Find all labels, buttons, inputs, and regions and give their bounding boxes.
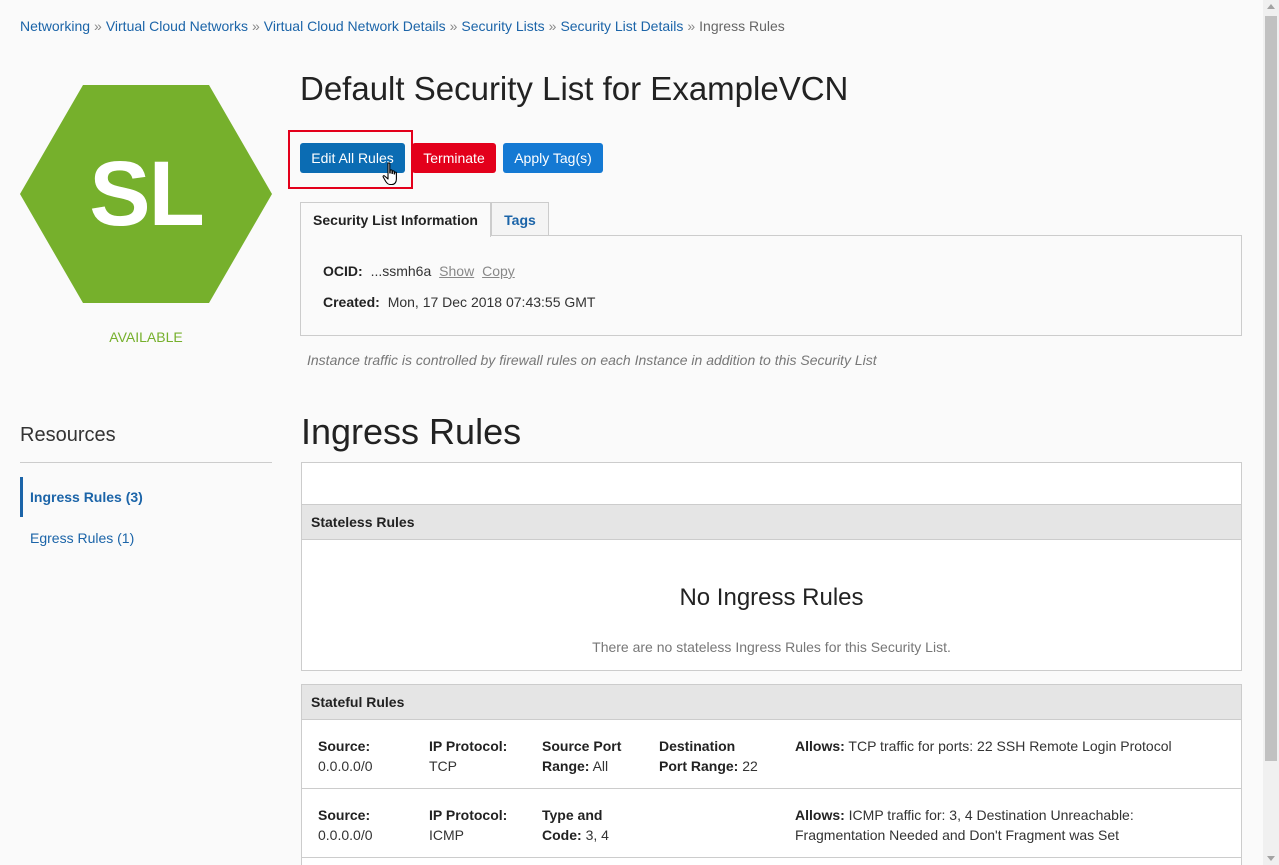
security-list-hexagon-icon: SL <box>20 85 272 303</box>
source-port-value: All <box>592 758 609 774</box>
breadcrumb-separator: » <box>687 18 696 34</box>
sidebar-item-ingress-rules[interactable]: Ingress Rules (3) <box>20 477 272 517</box>
rule-source: Source: 0.0.0.0/0 <box>318 805 373 845</box>
resources-divider <box>20 462 272 463</box>
source-label: Source: <box>318 738 371 754</box>
protocol-label: IP Protocol: <box>429 738 508 754</box>
rule-allows: Allows: ICMP traffic for: 3, 4 Destinati… <box>795 805 1225 845</box>
breadcrumb-separator: » <box>449 18 458 34</box>
lifecycle-status: AVAILABLE <box>109 329 183 345</box>
breadcrumb-virtual-cloud-networks[interactable]: Virtual Cloud Networks <box>106 18 248 34</box>
hand-cursor-icon <box>382 162 397 186</box>
hexagon-initials: SL <box>89 142 205 245</box>
protocol-value: ICMP <box>429 827 464 843</box>
terminate-button[interactable]: Terminate <box>412 143 496 173</box>
panel-toolbar <box>302 463 1241 505</box>
rule-allows: Allows: TCP traffic for ports: 22 SSH Re… <box>795 736 1225 756</box>
scrollbar-thumb[interactable] <box>1265 16 1277 761</box>
breadcrumb-security-list-details[interactable]: Security List Details <box>560 18 683 34</box>
breadcrumb-networking[interactable]: Networking <box>20 18 90 34</box>
created-value: Mon, 17 Dec 2018 07:43:55 GMT <box>387 294 596 310</box>
breadcrumb-security-lists[interactable]: Security Lists <box>461 18 544 34</box>
ocid-copy-link[interactable]: Copy <box>482 263 515 279</box>
tab-security-list-information[interactable]: Security List Information <box>300 202 491 237</box>
breadcrumb-vcn-details[interactable]: Virtual Cloud Network Details <box>264 18 446 34</box>
table-row: Source: 0.0.0.0/0 IP Protocol: TCP Sourc… <box>302 720 1241 789</box>
breadcrumb-separator: » <box>94 18 102 34</box>
destination-label: Destination <box>659 738 736 754</box>
type-code-value: 3, 4 <box>585 827 609 843</box>
rule-type-and-code: Type and Code: 3, 4 <box>542 805 609 845</box>
source-value: 0.0.0.0/0 <box>318 758 373 774</box>
stateful-rules-panel: Stateful Rules Source: 0.0.0.0/0 IP Prot… <box>301 684 1242 865</box>
breadcrumb: Networking» Virtual Cloud Networks» Virtua… <box>20 18 785 34</box>
allows-label: Allows: <box>795 807 845 823</box>
ocid-label: OCID: <box>323 263 363 279</box>
table-row: Source: 0.0.0.0/0 IP Protocol: ICMP Type… <box>302 789 1241 858</box>
rule-destination-port-range: Destination Port Range: 22 <box>659 736 758 776</box>
scroll-up-arrow-icon[interactable] <box>1267 4 1275 9</box>
page-title: Default Security List for ExampleVCN <box>300 70 849 107</box>
allows-value: TCP traffic for ports: 22 SSH Remote Log… <box>848 738 1172 754</box>
rule-protocol: IP Protocol: TCP <box>429 736 507 776</box>
empty-state-text: There are no stateless Ingress Rules for… <box>592 639 951 655</box>
sidebar-item-egress-rules[interactable]: Egress Rules (1) <box>20 518 272 558</box>
breadcrumb-current: Ingress Rules <box>699 18 785 34</box>
range-label: Range: <box>542 758 590 774</box>
created-row: Created: Mon, 17 Dec 2018 07:43:55 GMT <box>323 294 595 310</box>
source-port-label: Source Port <box>542 738 622 754</box>
allows-value-continued: Fragmentation Needed and Don't Fragment … <box>795 827 1120 843</box>
protocol-value: TCP <box>429 758 457 774</box>
resources-heading: Resources <box>20 424 116 446</box>
rule-protocol: IP Protocol: ICMP <box>429 805 507 845</box>
allows-label: Allows: <box>795 738 845 754</box>
port-range-label: Port Range: <box>659 758 739 774</box>
firewall-note: Instance traffic is controlled by firewa… <box>307 352 877 368</box>
stateless-rules-header: Stateless Rules <box>302 505 1241 540</box>
source-value: 0.0.0.0/0 <box>318 827 373 843</box>
breadcrumb-separator: » <box>548 18 557 34</box>
breadcrumb-separator: » <box>251 18 260 34</box>
rule-source-port-range: Source Port Range: All <box>542 736 621 776</box>
destination-port-value: 22 <box>742 758 758 774</box>
ocid-show-link[interactable]: Show <box>439 263 474 279</box>
created-label: Created: <box>323 294 380 310</box>
code-label: Code: <box>542 827 582 843</box>
security-list-info-panel: OCID: ...ssmh6a Show Copy Created: Mon, … <box>300 235 1242 336</box>
stateless-rules-panel: Stateless Rules No Ingress Rules There a… <box>301 462 1242 671</box>
stateful-rules-header: Stateful Rules <box>302 685 1241 720</box>
ocid-value: ...ssmh6a <box>370 263 432 279</box>
apply-tags-button[interactable]: Apply Tag(s) <box>503 143 603 173</box>
allows-value: ICMP traffic for: 3, 4 Destination Unrea… <box>848 807 1134 823</box>
vertical-scrollbar[interactable] <box>1263 0 1279 865</box>
ocid-row: OCID: ...ssmh6a Show Copy <box>323 263 515 279</box>
scroll-down-arrow-icon[interactable] <box>1267 856 1275 861</box>
type-and-label: Type and <box>542 807 603 823</box>
ingress-rules-heading: Ingress Rules <box>301 411 522 452</box>
source-label: Source: <box>318 807 371 823</box>
rule-source: Source: 0.0.0.0/0 <box>318 736 373 776</box>
protocol-label: IP Protocol: <box>429 807 508 823</box>
empty-state-title: No Ingress Rules <box>679 584 864 611</box>
tab-tags[interactable]: Tags <box>491 202 549 236</box>
